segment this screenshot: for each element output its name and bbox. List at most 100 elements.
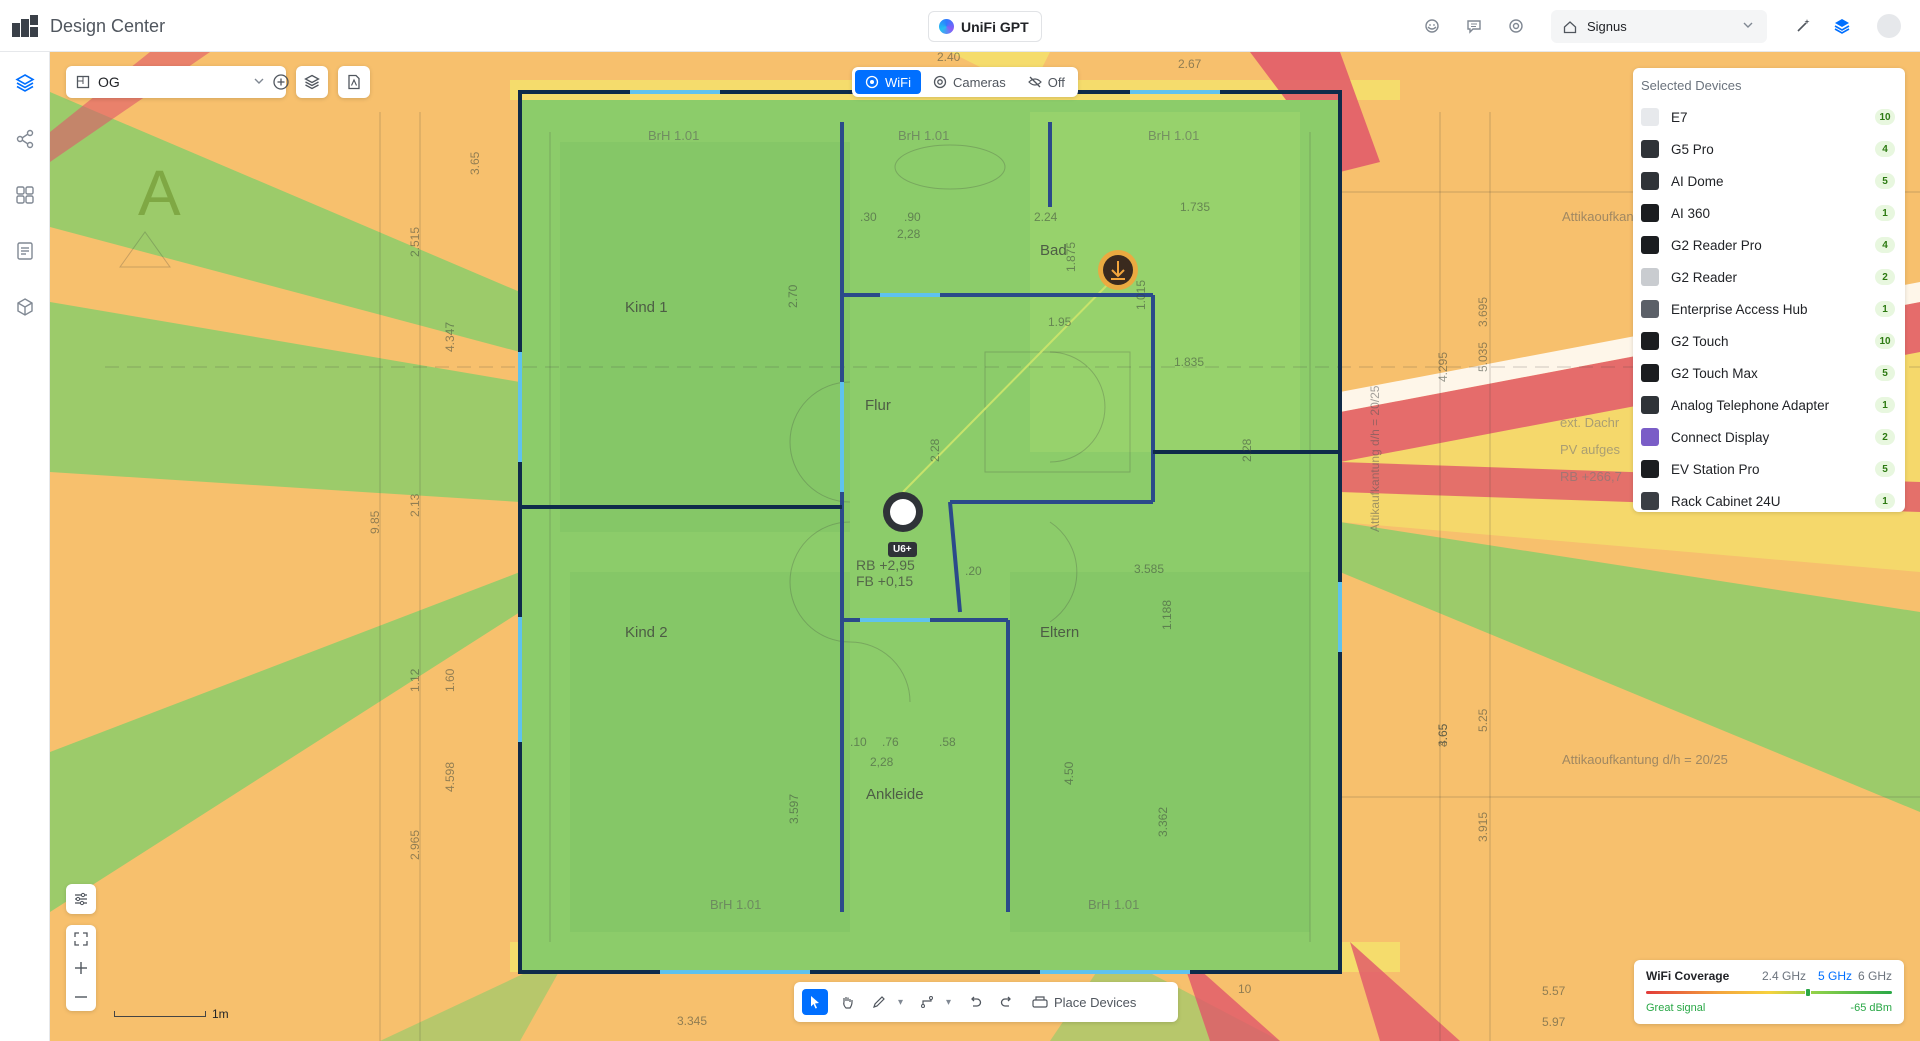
device-count-badge: 4	[1875, 237, 1895, 253]
room-label-bad: Bad	[1040, 242, 1067, 259]
redo-button[interactable]	[994, 989, 1020, 1015]
cable-tool-button[interactable]	[914, 989, 940, 1015]
dim-label: 3.65	[468, 151, 482, 175]
dim-label: 2,28	[870, 755, 894, 769]
rail-layers-icon[interactable]	[12, 70, 38, 96]
plan-fb-height: FB +0,15	[856, 573, 914, 589]
device-row[interactable]: G2 Touch 10	[1641, 325, 1897, 357]
mode-off-button[interactable]: Off	[1018, 70, 1075, 94]
dim-label: 2.28	[1240, 438, 1254, 462]
plan-brh-bottom-right: BrH 1.01	[1088, 897, 1140, 912]
band-6ghz-tab[interactable]: 6 GHz	[1858, 969, 1892, 983]
mode-cameras-label: Cameras	[953, 74, 1006, 90]
unifi-logo-icon[interactable]	[12, 15, 38, 37]
zoom-in-icon[interactable]	[73, 960, 89, 976]
device-thumbnail-icon	[1641, 268, 1659, 286]
device-row[interactable]: Enterprise Access Hub 1	[1641, 293, 1897, 325]
rail-3d-box-icon[interactable]	[12, 294, 38, 320]
device-row[interactable]: G5 Pro 4	[1641, 133, 1897, 165]
select-tool-button[interactable]	[802, 989, 828, 1015]
fit-to-screen-icon[interactable]	[73, 931, 89, 947]
dim-label: 5.25	[1476, 708, 1490, 732]
device-row[interactable]: G2 Reader 2	[1641, 261, 1897, 293]
wifi-coverage-legend: WiFi Coverage 2.4 GHz 5 GHz 6 GHz Great …	[1634, 960, 1904, 1024]
floor-plan-canvas[interactable]: A Kind 1 Kind 2 Flur Bad Eltern Ankleide…	[50, 52, 1920, 1041]
mode-wifi-button[interactable]: WiFi	[855, 70, 921, 94]
signal-dbm-value: -65 dBm	[1850, 1002, 1892, 1014]
dim-label: 2,28	[897, 227, 921, 241]
magic-wand-icon[interactable]	[1793, 16, 1813, 36]
floor-name: OG	[98, 74, 120, 90]
rail-topology-icon[interactable]	[12, 126, 38, 152]
chevron-down-icon[interactable]	[252, 74, 266, 88]
eye-off-icon	[1027, 76, 1042, 88]
selected-devices-panel: Selected Devices E7 10 G5 Pro 4 AI Dome 5 AI 3…	[1633, 68, 1905, 512]
draw-tool-chevron-icon[interactable]: ▾	[898, 997, 908, 1008]
target-icon[interactable]	[1506, 16, 1526, 36]
dim-label: 4.50	[1062, 761, 1076, 785]
user-avatar[interactable]	[1877, 14, 1901, 38]
draw-wall-tool-button[interactable]	[866, 989, 892, 1015]
layers-button[interactable]	[296, 66, 328, 98]
device-count-badge: 4	[1875, 141, 1895, 157]
device-row[interactable]: G2 Reader Pro 4	[1641, 229, 1897, 261]
export-pdf-button[interactable]	[338, 66, 370, 98]
undo-button[interactable]	[962, 989, 988, 1015]
dim-label: 2.28	[928, 438, 942, 462]
band-5ghz-tab[interactable]: 5 GHz	[1818, 969, 1852, 983]
scale-bar-line	[114, 1011, 206, 1017]
rail-list-icon[interactable]	[12, 238, 38, 264]
add-floor-icon[interactable]	[272, 73, 290, 91]
dim-label: 2.24	[1034, 210, 1058, 224]
device-count-badge: 2	[1875, 429, 1895, 445]
device-row[interactable]: Analog Telephone Adapter 1	[1641, 389, 1897, 421]
layers-stack-icon[interactable]	[1832, 16, 1852, 36]
cable-tool-chevron-icon[interactable]: ▾	[946, 997, 956, 1008]
device-name: G2 Reader Pro	[1671, 237, 1762, 253]
device-row[interactable]: AI 360 1	[1641, 197, 1897, 229]
device-count-badge: 1	[1875, 205, 1895, 221]
dim-label: 4.65	[1436, 723, 1450, 747]
device-row[interactable]: EV Station Pro 5	[1641, 453, 1897, 485]
chat-icon[interactable]	[1464, 16, 1484, 36]
rail-devices-icon[interactable]	[12, 182, 38, 208]
device-name: EV Station Pro	[1671, 461, 1760, 477]
mode-cameras-button[interactable]: Cameras	[923, 70, 1016, 94]
place-devices-button[interactable]: Place Devices	[1032, 995, 1136, 1010]
ap-label-badge[interactable]: U6+	[888, 542, 917, 557]
dim-label: 2.515	[408, 226, 422, 257]
device-row[interactable]: AI Dome 5	[1641, 165, 1897, 197]
floor-select[interactable]: OG	[66, 66, 289, 98]
site-name: Signus	[1587, 19, 1627, 34]
unifi-gpt-button[interactable]: UniFi GPT	[928, 11, 1042, 42]
device-row[interactable]: E7 10	[1641, 101, 1897, 133]
plan-rb-height: RB +2,95	[856, 557, 915, 573]
map-settings-button[interactable]	[66, 884, 96, 914]
dim-label: 3.345	[677, 1014, 708, 1028]
dim-label: 2.13	[408, 493, 422, 517]
site-select[interactable]: Signus	[1551, 10, 1767, 43]
device-row[interactable]: Connect Display 2	[1641, 421, 1897, 453]
dim-label: 2.67	[1178, 57, 1202, 71]
room-label-flur: Flur	[865, 397, 891, 414]
support-icon[interactable]	[1422, 16, 1442, 36]
device-count-badge: 2	[1875, 269, 1895, 285]
room-label-ankleide: Ankleide	[866, 786, 924, 803]
band-2-4ghz-tab[interactable]: 2.4 GHz	[1762, 969, 1806, 983]
zoom-out-icon[interactable]	[73, 989, 89, 1005]
device-count-badge: 10	[1875, 109, 1895, 125]
pan-tool-button[interactable]	[834, 989, 860, 1015]
sliders-icon	[75, 892, 87, 906]
top-bar: Design Center UniFi GPT Signus	[0, 0, 1920, 52]
floor-plan-icon	[76, 75, 90, 89]
dim-label: 1.188	[1160, 599, 1174, 630]
device-thumbnail-icon	[1641, 332, 1659, 350]
dim-label: 3.597	[787, 793, 801, 824]
dim-label: 3.695	[1476, 296, 1490, 327]
plan-brh-top-right: BrH 1.01	[1148, 128, 1200, 143]
device-row[interactable]: G2 Touch Max 5	[1641, 357, 1897, 389]
device-row[interactable]: Rack Cabinet 24U 1	[1641, 485, 1897, 517]
dim-label: 3.585	[1134, 562, 1165, 576]
device-thumbnail-icon	[1641, 428, 1659, 446]
signal-level-marker	[1805, 988, 1812, 997]
